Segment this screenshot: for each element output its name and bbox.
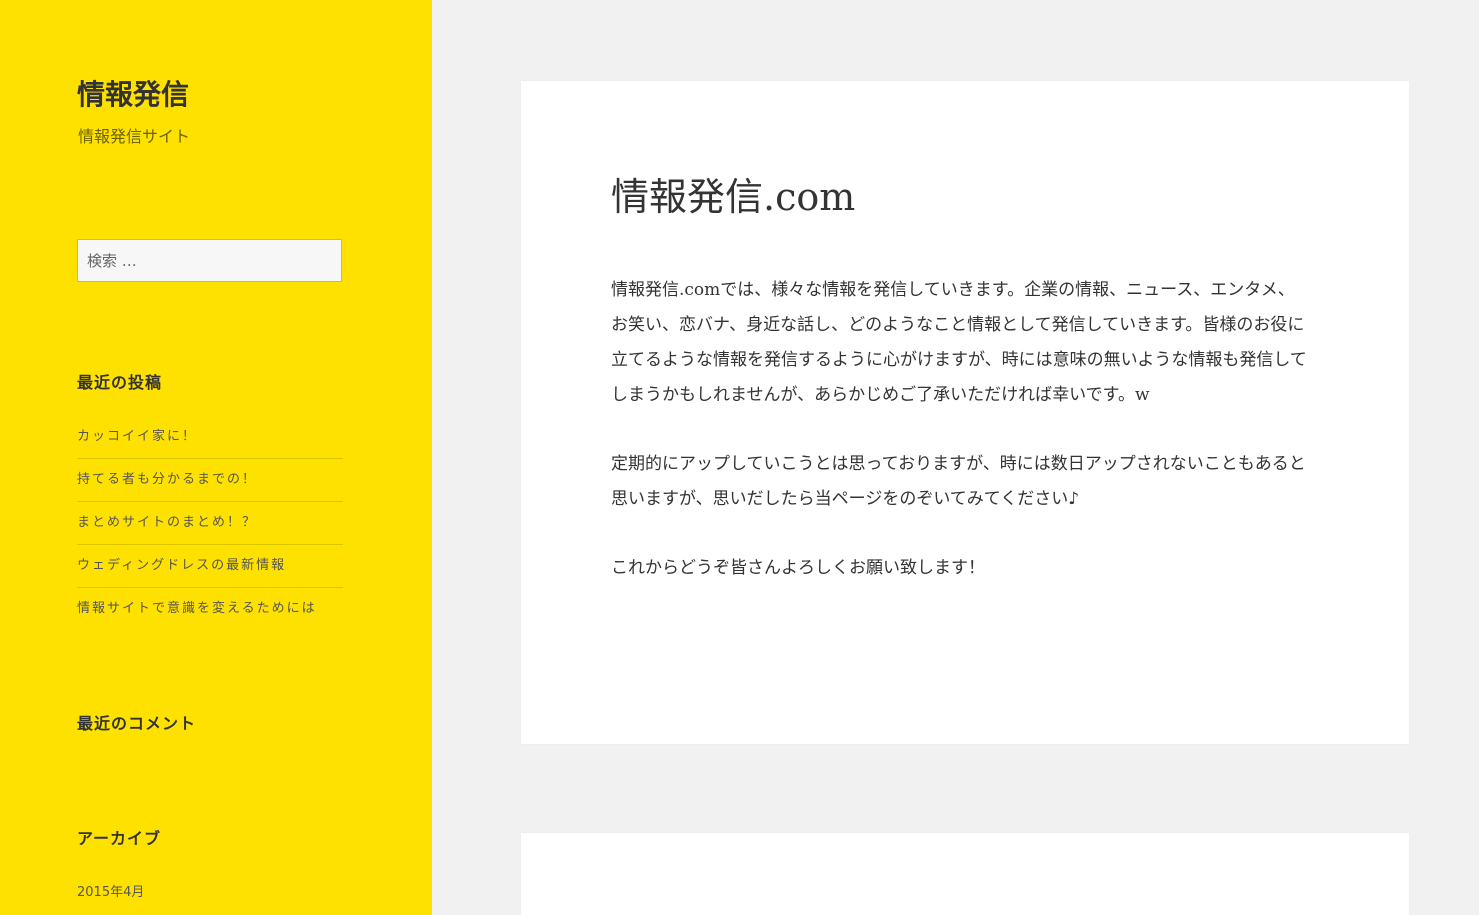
list-item: 持てる者も分かるまでの！ [77, 459, 343, 502]
post-paragraph: これからどうぞ皆さんよろしくお願い致します！ [611, 558, 985, 578]
next-post-card [521, 833, 1409, 915]
recent-post-link[interactable]: 情報サイトで意識を変えるためには [77, 601, 317, 616]
list-item: カッコイイ家に！ [77, 416, 343, 459]
recent-posts-heading: 最近の投稿 [77, 373, 163, 392]
post-card: 情報発信.com 情報発信.comでは、様々な情報を発信していきます。企業の情報… [521, 81, 1409, 744]
post-title: 情報発信.com [611, 175, 856, 219]
archive-link[interactable]: 2015年4月 [77, 882, 144, 904]
post-content: 情報発信.comでは、様々な情報を発信していきます。企業の情報、ニュース、エンタ… [611, 273, 1311, 620]
list-item: まとめサイトのまとめ！？ [77, 502, 343, 545]
recent-post-link[interactable]: まとめサイトのまとめ！？ [77, 515, 257, 530]
post-paragraph: 定期的にアップしていこうとは思っておりますが、時には数日アップされないこともある… [611, 454, 1306, 509]
site-description: 情報発信サイト [78, 127, 191, 146]
search-input[interactable] [77, 239, 342, 282]
recent-posts-list: カッコイイ家に！ 持てる者も分かるまでの！ まとめサイトのまとめ！？ ウェディン… [77, 416, 343, 631]
recent-comments-heading: 最近のコメント [77, 714, 197, 733]
archives-heading: アーカイブ [77, 829, 162, 848]
post-paragraph: 情報発信.comでは、様々な情報を発信していきます。企業の情報、ニュース、エンタ… [611, 280, 1307, 405]
list-item: ウェディングドレスの最新情報 [77, 545, 343, 588]
recent-post-link[interactable]: 持てる者も分かるまでの！ [77, 472, 257, 487]
sidebar: 情報発信 情報発信サイト 最近の投稿 カッコイイ家に！ 持てる者も分かるまでの！… [0, 0, 432, 915]
recent-post-link[interactable]: カッコイイ家に！ [77, 429, 197, 444]
recent-post-link[interactable]: ウェディングドレスの最新情報 [77, 558, 286, 573]
site-title[interactable]: 情報発信 [77, 76, 189, 114]
list-item: 情報サイトで意識を変えるためには [77, 588, 343, 631]
